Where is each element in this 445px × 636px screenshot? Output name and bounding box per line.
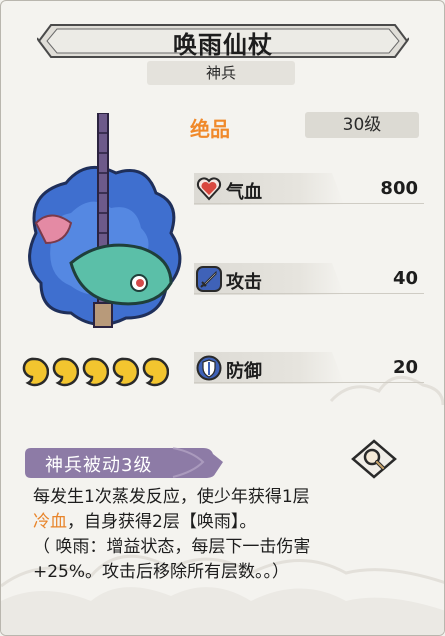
star-icon [82, 357, 109, 387]
stat-divider [194, 293, 424, 294]
desc-line: 每发生1次蒸发反应，使少年获得1层 [33, 487, 310, 507]
magnifier-icon [351, 439, 397, 479]
heart-icon [196, 177, 222, 201]
stat-divider [194, 382, 424, 383]
passive-skill-tag: 神兵被动3级 [23, 446, 223, 479]
item-grade: 绝品 [190, 117, 230, 141]
item-title: 唤雨仙杖 [173, 31, 273, 59]
magnify-button[interactable] [351, 439, 397, 479]
star-icon [22, 357, 49, 387]
passive-tag-label: 神兵被动3级 [45, 455, 153, 476]
sword-icon [196, 266, 222, 292]
star-rating [19, 357, 169, 393]
desc-line: 冷血，自身获得2层【唤雨】。 [33, 510, 413, 535]
item-level: 30级 [305, 112, 419, 138]
stat-value: 20 [392, 357, 418, 378]
stat-label: 气血 [226, 182, 262, 203]
star-icon [52, 357, 79, 387]
stat-row-attack: 攻击 40 [194, 263, 424, 295]
star-icon [112, 357, 139, 387]
stat-value: 40 [392, 268, 418, 289]
item-detail-card: 唤雨仙杖 神兵 绝品 30级 气血 800 攻击 40 防御 20 神兵被动3级… [0, 0, 445, 636]
weapon-illustration [28, 113, 182, 328]
star-icon [142, 357, 169, 387]
shield-icon [196, 355, 222, 381]
desc-line: +25%。攻击后移除所有层数。。） [33, 562, 290, 582]
stat-label: 攻击 [226, 272, 262, 293]
item-category: 神兵 [147, 61, 295, 85]
stat-row-hp: 气血 800 [194, 173, 424, 205]
title-banner: 唤雨仙杖 [37, 21, 409, 61]
stat-divider [194, 203, 424, 204]
desc-line: （ 唤雨：增益状态，每层下一击伤害 [33, 537, 311, 557]
highlight-keyword: 冷血 [33, 512, 67, 532]
stat-label: 防御 [226, 361, 262, 382]
passive-description: 每发生1次蒸发反应，使少年获得1层 冷血，自身获得2层【唤雨】。 （ 唤雨：增益… [33, 485, 413, 585]
stat-row-defense: 防御 20 [194, 352, 424, 384]
desc-text: ，自身获得2层【唤雨】。 [67, 512, 257, 532]
stat-value: 800 [380, 178, 418, 199]
